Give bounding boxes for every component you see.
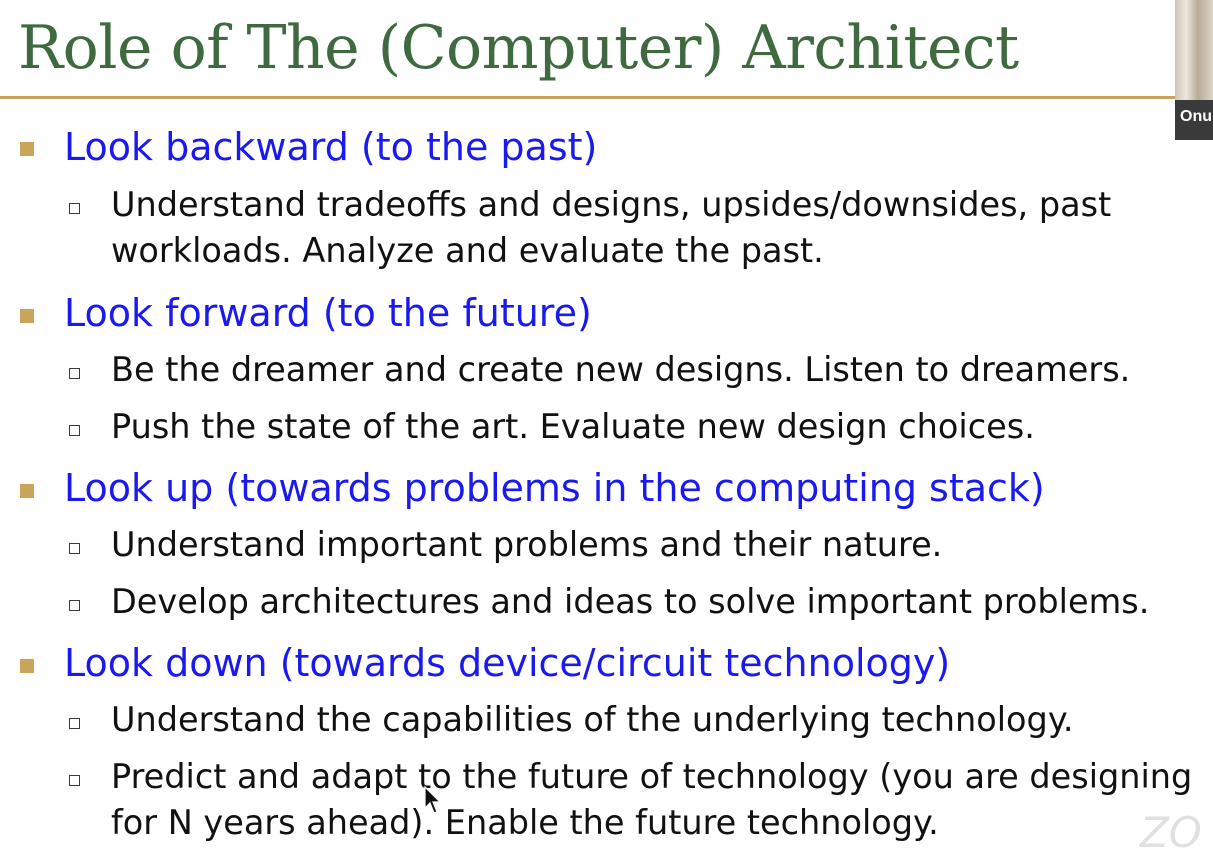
bullet-list: Look backward (to the past) Understand t… bbox=[0, 0, 1213, 854]
sub-point-4-2: Predict and adapt to the future of techn… bbox=[111, 757, 1193, 842]
main-point-2: Look forward (to the future) bbox=[64, 291, 592, 335]
sub-bullet-icon bbox=[69, 718, 80, 729]
mouse-pointer-icon bbox=[424, 785, 442, 814]
main-bullet-icon bbox=[20, 484, 34, 498]
main-bullet-icon bbox=[20, 659, 34, 673]
sub-point-3-1: Understand important problems and their … bbox=[111, 525, 943, 564]
sub-bullet-icon bbox=[69, 775, 80, 786]
sub-bullet-icon bbox=[69, 203, 80, 214]
sub-point-4-1: Understand the capabilities of the under… bbox=[111, 700, 1074, 739]
sub-point-2-2: Push the state of the art. Evaluate new … bbox=[111, 407, 1035, 446]
watermark: ZO bbox=[1140, 808, 1202, 854]
main-point-3: Look up (towards problems in the computi… bbox=[64, 466, 1045, 510]
sub-bullet-icon bbox=[69, 425, 80, 436]
main-point-1: Look backward (to the past) bbox=[64, 125, 598, 169]
sub-bullet-icon bbox=[69, 543, 80, 554]
sub-bullet-icon bbox=[69, 368, 80, 379]
sub-point-3-2: Develop architectures and ideas to solve… bbox=[111, 582, 1150, 621]
main-bullet-icon bbox=[20, 142, 34, 156]
main-point-4: Look down (towards device/circuit techno… bbox=[64, 641, 951, 685]
sub-point-2-1: Be the dreamer and create new designs. L… bbox=[111, 350, 1131, 389]
sub-point-1-1: Understand tradeoffs and designs, upside… bbox=[111, 185, 1112, 270]
sub-bullet-icon bbox=[69, 600, 80, 611]
slide: Role of The (Computer) Architect Onu Loo… bbox=[0, 0, 1213, 854]
main-bullet-icon bbox=[20, 309, 34, 323]
